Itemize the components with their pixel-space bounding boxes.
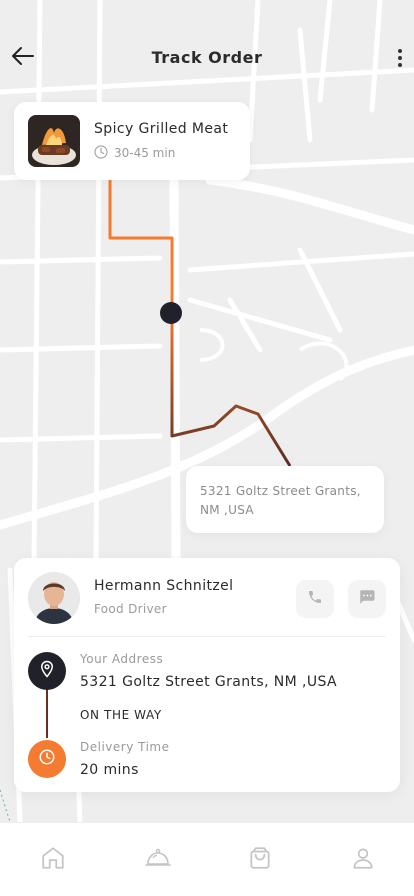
page-title: Track Order bbox=[151, 48, 263, 67]
order-details-sheet: Hermann Schnitzel Food Driver Your Addre… bbox=[14, 558, 400, 792]
delivery-time-marker bbox=[28, 740, 66, 778]
delivery-time-value: 20 mins bbox=[80, 762, 139, 778]
timeline-connector bbox=[46, 688, 48, 738]
avatar bbox=[28, 572, 80, 624]
nav-profile[interactable] bbox=[348, 845, 378, 875]
app-header: Track Order bbox=[0, 0, 414, 110]
delivery-time-label: Delivery Time bbox=[80, 740, 170, 754]
driver-info: Hermann Schnitzel Food Driver bbox=[28, 572, 386, 624]
divider bbox=[28, 636, 386, 637]
phone-icon bbox=[307, 589, 323, 609]
user-icon bbox=[350, 845, 376, 875]
call-driver-button[interactable] bbox=[296, 580, 334, 618]
food-image bbox=[28, 115, 80, 167]
message-driver-button[interactable] bbox=[348, 580, 386, 618]
driver-name: Hermann Schnitzel bbox=[94, 578, 234, 594]
more-options-button[interactable] bbox=[392, 44, 408, 72]
address-marker bbox=[28, 652, 66, 690]
home-icon bbox=[40, 845, 66, 875]
courier-marker[interactable] bbox=[160, 302, 182, 324]
clock-icon bbox=[94, 144, 114, 162]
clock-icon bbox=[38, 748, 56, 770]
cloche-icon bbox=[144, 845, 172, 875]
address-value: 5321 Goltz Street Grants, NM ,USA bbox=[80, 674, 338, 690]
driver-role: Food Driver bbox=[94, 602, 167, 616]
address-label: Your Address bbox=[80, 652, 164, 666]
nav-cart[interactable] bbox=[245, 845, 275, 875]
nav-orders[interactable] bbox=[143, 845, 173, 875]
bottom-navigation bbox=[0, 822, 414, 896]
map-pin-icon bbox=[38, 660, 56, 682]
more-vertical-icon bbox=[398, 49, 402, 53]
food-name: Spicy Grilled Meat bbox=[94, 120, 229, 137]
food-delivery-time: 30-45 min bbox=[114, 146, 176, 160]
order-status: ON THE WAY bbox=[80, 708, 162, 722]
shopping-bag-icon bbox=[247, 845, 273, 875]
message-icon bbox=[358, 588, 376, 610]
destination-address-bubble: 5321 Goltz Street Grants, NM ,USA bbox=[186, 466, 384, 533]
food-item-card[interactable]: Spicy Grilled Meat 30-45 min bbox=[14, 102, 250, 180]
nav-home[interactable] bbox=[38, 845, 68, 875]
